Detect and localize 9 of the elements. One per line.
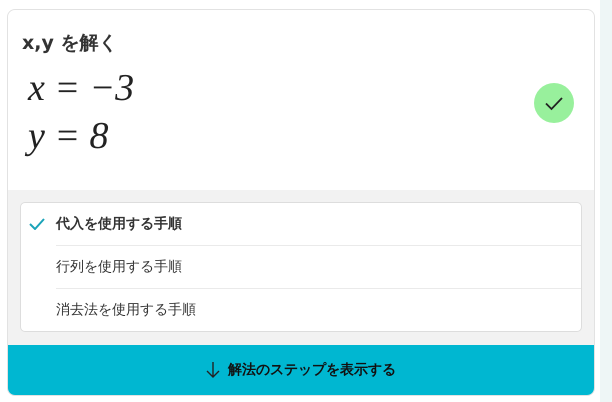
problem-title: x,y を解く [22,31,118,56]
method-option[interactable]: 消去法を使用する手順 [56,288,581,332]
check-icon [29,218,45,230]
method-option[interactable]: 行列を使用する手順 [56,245,581,288]
method-option[interactable]: 代入を使用する手順 [56,203,581,246]
solution-equation: x = −3 [26,66,134,111]
solution-equation: y = 8 [22,112,134,160]
arrow-down-icon [206,361,220,380]
show-steps-button[interactable]: 解法のステップを表示する [8,345,594,395]
